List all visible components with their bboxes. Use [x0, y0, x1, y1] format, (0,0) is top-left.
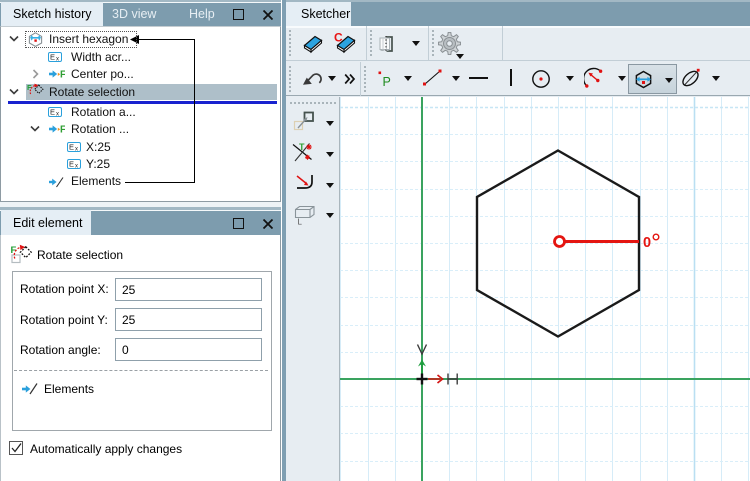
- svg-text:x: x: [75, 146, 78, 152]
- svg-text:F: F: [60, 70, 65, 81]
- svg-text:E: E: [50, 107, 55, 116]
- svg-text:x: x: [56, 111, 59, 117]
- svg-text:x: x: [56, 56, 59, 62]
- svg-text:E: E: [69, 142, 74, 151]
- svg-text:E: E: [50, 52, 55, 61]
- svg-text:F: F: [60, 125, 65, 136]
- svg-text:T: T: [299, 142, 305, 152]
- svg-text:L: L: [298, 218, 303, 226]
- svg-text:E: E: [69, 160, 74, 169]
- svg-text:P: P: [383, 75, 391, 88]
- svg-text:x: x: [75, 164, 78, 170]
- svg-text:0: 0: [643, 235, 651, 251]
